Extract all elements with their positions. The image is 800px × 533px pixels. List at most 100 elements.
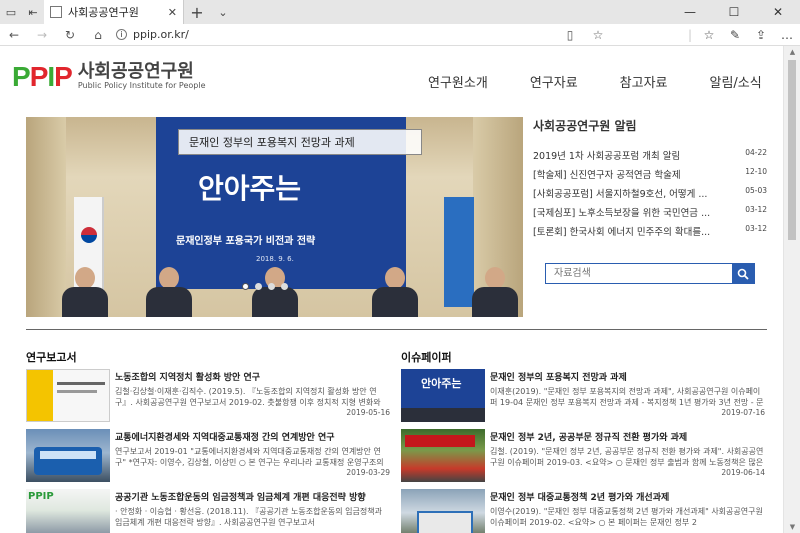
reports-title: 연구보고서: [26, 351, 77, 364]
more-menu-icon[interactable]: …: [774, 28, 800, 42]
favorites-hub-icon[interactable]: ☆: [696, 28, 722, 42]
person-figure: [62, 267, 108, 317]
refresh-icon[interactable]: ↻: [56, 28, 84, 42]
slider-dots: [242, 283, 294, 290]
slider-dot-1[interactable]: [242, 283, 249, 290]
main-menu: 연구원소개 연구자료 참고자료 알림/소식: [428, 72, 762, 91]
report-title[interactable]: 교통에너지환경세와 지역대중교통재정 간의 연계방안 연구: [115, 430, 390, 443]
issue-title[interactable]: 문재인 정부의 포용복지 전망과 과제: [490, 370, 765, 383]
notice-item[interactable]: 2019년 1차 사회공공포럼 개최 알림 04-22: [533, 148, 767, 167]
notice-item-date: 05-03: [745, 186, 767, 195]
report-desc: 연구보고서 2019-01 "교통에너지환경세와 지역대중교통재정 간의 연계방…: [115, 447, 384, 467]
issue-title[interactable]: 문재인 정부 대중교통정책 2년 평가와 개선과제: [490, 490, 765, 503]
person-figure: [146, 267, 192, 317]
scroll-down-icon[interactable]: ▼: [784, 523, 800, 531]
report-thumbnail[interactable]: [26, 369, 110, 422]
reading-view-icon[interactable]: ▯: [556, 28, 584, 42]
hero-slider[interactable]: 안아주는 문재인정부 포용국가 비전과 전략 2018. 9. 6. 문재인 정…: [26, 117, 523, 317]
back-icon[interactable]: ←: [0, 28, 28, 42]
maximize-icon[interactable]: ☐: [712, 0, 756, 24]
notice-item[interactable]: [학술제] 신진연구자 공적연금 학술제 12-10: [533, 167, 767, 186]
site-search: [545, 263, 755, 284]
report-card[interactable]: 교통에너지환경세와 지역대중교통재정 간의 연계방안 연구 연구보고서 2019…: [26, 429, 390, 489]
issue-desc: 김철. (2019). "문재인 정부 2년, 공공부문 정규직 전환 평가와 …: [490, 447, 764, 467]
report-desc: · 안정화 · 이승협 · 황선웅. (2018.11). 『공공기관 노동조합…: [115, 507, 382, 527]
menu-item-research[interactable]: 연구자료: [530, 72, 578, 91]
notice-title: 사회공공연구원 알림: [533, 119, 637, 133]
address-bar[interactable]: i ppip.or.kr/: [112, 26, 612, 44]
notice-item-text: [사회공공포럼] 서울지하철9호선, 어떻게 ...: [533, 189, 708, 200]
report-date: 2019-03-29: [346, 468, 390, 477]
issue-card[interactable]: 안아주는 문재인 정부의 포용복지 전망과 과제 이재훈(2019). "문재인…: [401, 369, 765, 429]
minimize-icon[interactable]: —: [668, 0, 712, 24]
report-card[interactable]: 노동조합의 지역정치 활성화 방안 연구 김철·김상철·이재훈·김직수. (20…: [26, 369, 390, 429]
issues-section: 이슈페이퍼 안아주는 문재인 정부의 포용복지 전망과 과제 이재훈(2019)…: [401, 349, 765, 533]
new-tab-button[interactable]: +: [184, 0, 210, 24]
banner-subtitle: 문재인정부 포용국가 비전과 전략: [176, 236, 316, 247]
tab-actions-icon[interactable]: ▭: [0, 0, 22, 24]
search-button[interactable]: [732, 264, 754, 283]
hero-caption[interactable]: 문재인 정부의 포용복지 전망과 과제: [178, 129, 422, 155]
pen-notes-icon[interactable]: ✎: [722, 28, 748, 42]
tab-preview-icon[interactable]: ⇤: [22, 0, 44, 24]
slider-dot-2[interactable]: [255, 283, 262, 290]
notice-item-text: 2019년 1차 사회공공포럼 개최 알림: [533, 151, 681, 162]
menu-item-references[interactable]: 참고자료: [620, 72, 668, 91]
notice-item-date: 03-12: [745, 224, 767, 233]
report-thumbnail[interactable]: PPIP: [26, 489, 110, 533]
scroll-up-icon[interactable]: ▲: [784, 48, 800, 56]
site-header: PPIP 사회공공연구원 Public Policy Institute for…: [0, 46, 783, 94]
notice-item[interactable]: [국제심포] 노후소득보장을 위한 국민연금 ... 03-12: [533, 205, 767, 224]
issue-thumbnail[interactable]: 안아주는: [401, 369, 485, 422]
issue-card[interactable]: 문재인 정부 2년, 공공부문 정규직 전환 평가와 과제 김철. (2019)…: [401, 429, 765, 489]
issue-thumbnail[interactable]: [401, 429, 485, 482]
notice-item-date: 03-12: [745, 205, 767, 214]
reports-section: 연구보고서 노동조합의 지역정치 활성화 방안 연구 김철·김상철·이재훈·김직…: [26, 349, 390, 533]
logo-korean-name: 사회공공연구원: [77, 61, 194, 82]
report-date: 2019-05-16: [346, 408, 390, 417]
report-title[interactable]: 노동조합의 지역정치 활성화 방안 연구: [115, 370, 390, 383]
menu-item-news[interactable]: 알림/소식: [710, 72, 762, 91]
notice-item-date: 04-22: [745, 148, 767, 157]
home-icon[interactable]: ⌂: [84, 28, 112, 42]
report-card[interactable]: PPIP 공공기관 노동조합운동의 임금정책과 임금체계 개편 대응전략 방향 …: [26, 489, 390, 533]
close-window-icon[interactable]: ✕: [756, 0, 800, 24]
logo-english-name: Public Policy Institute for People: [77, 81, 206, 90]
issues-title: 이슈페이퍼: [401, 351, 452, 364]
menu-item-about[interactable]: 연구원소개: [428, 72, 488, 91]
issue-desc: 이영수(2019). "문재인 정부 대중교통정책 2년 평가와 개선과제" 사…: [490, 507, 763, 527]
person-figure: [372, 267, 418, 317]
notice-item[interactable]: [토론회] 한국사회 에너지 민주주의 확대를... 03-12: [533, 224, 767, 243]
notice-item-text: [국제심포] 노후소득보장을 위한 국민연금 ...: [533, 208, 711, 219]
browser-tabbar: ▭ ⇤ 사회공공연구원 ✕ + ⌄ — ☐ ✕: [0, 0, 800, 24]
banner-headline: 안아주는: [198, 172, 302, 205]
report-thumbnail[interactable]: [26, 429, 110, 482]
section-divider: [26, 329, 767, 330]
page-scrollbar[interactable]: ▲ ▼: [783, 46, 800, 533]
favicon-icon: [50, 6, 62, 18]
scrollbar-thumb[interactable]: [788, 60, 796, 240]
notice-panel: 사회공공연구원 알림 2019년 1차 사회공공포럼 개최 알림 04-22 [학…: [533, 117, 767, 243]
issue-title[interactable]: 문재인 정부 2년, 공공부문 정규직 전환 평가와 과제: [490, 430, 765, 443]
issue-thumb-text: 안아주는: [421, 377, 462, 390]
window-controls: — ☐ ✕: [668, 0, 800, 24]
slider-dot-4[interactable]: [281, 283, 288, 290]
search-input[interactable]: [546, 264, 732, 283]
close-tab-icon[interactable]: ✕: [168, 6, 177, 19]
tab-title: 사회공공연구원: [68, 6, 139, 19]
logo-mark: PPIP: [12, 60, 73, 92]
report-title[interactable]: 공공기관 노동조합운동의 임금정책과 임금체계 개편 대응전략 방향: [115, 490, 390, 503]
notice-item[interactable]: [사회공공포럼] 서울지하철9호선, 어떻게 ... 05-03: [533, 186, 767, 205]
forward-icon[interactable]: →: [28, 28, 56, 42]
issue-card[interactable]: 문재인 정부 대중교통정책 2년 평가와 개선과제 이영수(2019). "문재…: [401, 489, 765, 533]
favorite-star-icon[interactable]: ☆: [584, 28, 612, 42]
site-logo[interactable]: PPIP 사회공공연구원 Public Policy Institute for…: [12, 62, 206, 91]
share-icon[interactable]: ⇪: [748, 28, 774, 42]
slider-dot-3[interactable]: [268, 283, 275, 290]
issue-thumbnail[interactable]: [401, 489, 485, 533]
logo-text: 사회공공연구원 Public Policy Institute for Peop…: [78, 62, 206, 91]
browser-tab[interactable]: 사회공공연구원 ✕: [44, 0, 184, 24]
info-icon[interactable]: i: [116, 29, 127, 40]
browser-tools: | ☆ ✎ ⇪ …: [684, 28, 800, 42]
tab-list-chevron-icon[interactable]: ⌄: [210, 0, 236, 24]
